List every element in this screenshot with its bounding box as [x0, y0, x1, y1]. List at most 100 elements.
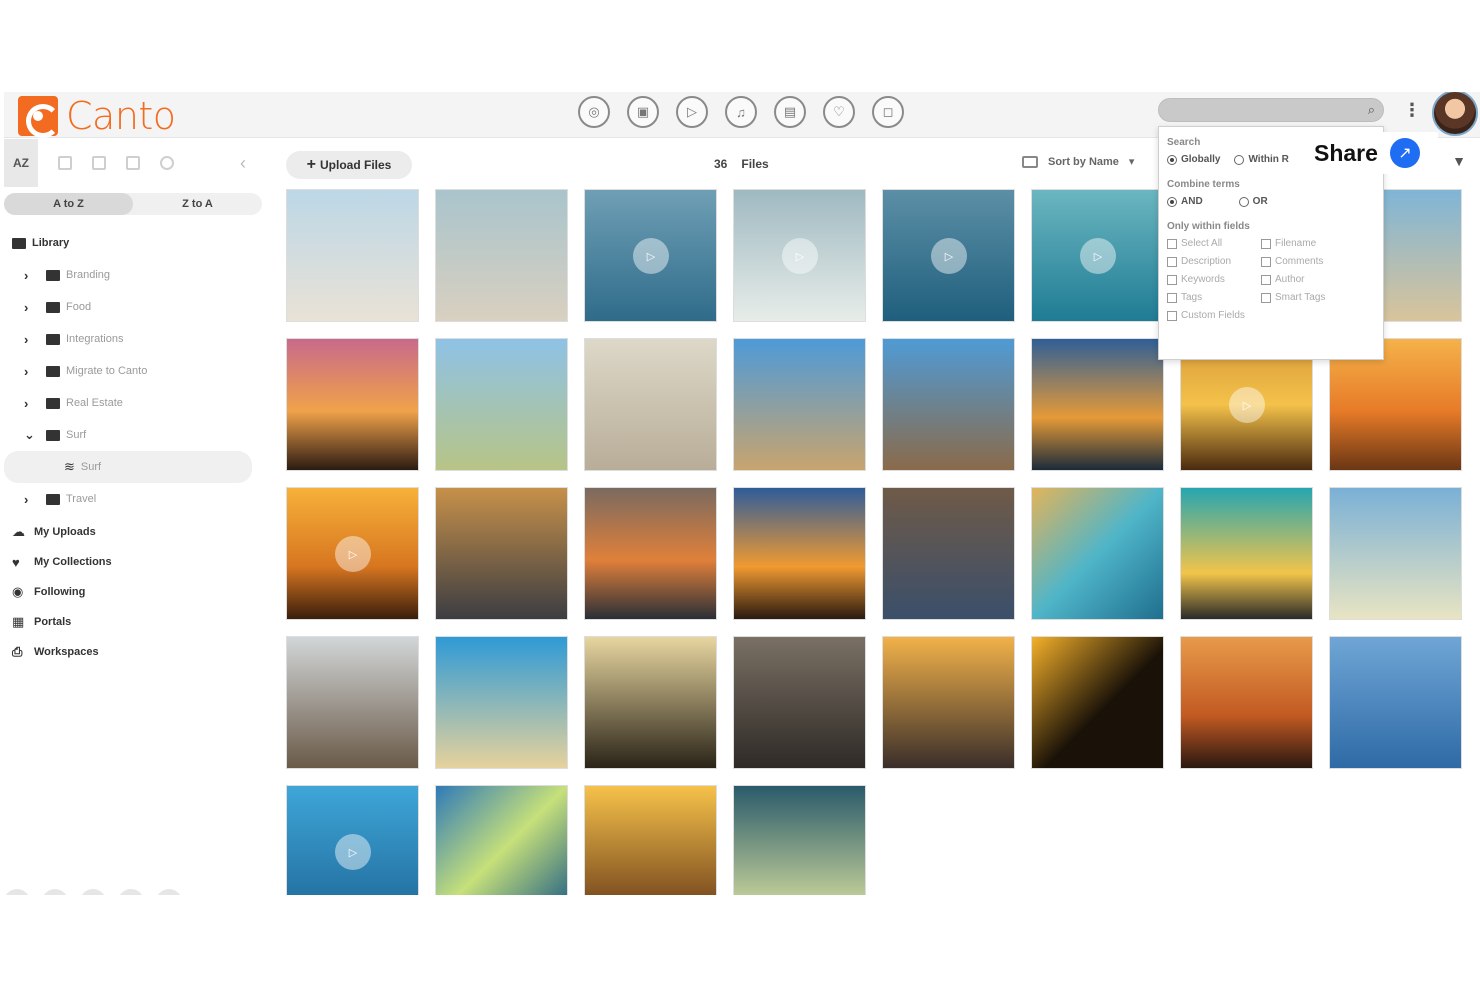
asset-thumbnail[interactable]	[1329, 487, 1462, 620]
sort-z-to-a[interactable]: Z to A	[133, 193, 262, 215]
nav-my-uploads[interactable]: ☁ My Uploads	[4, 517, 268, 547]
asset-thumbnail[interactable]	[584, 487, 717, 620]
asset-thumbnail[interactable]	[584, 636, 717, 769]
play-icon[interactable]: ▷	[335, 536, 371, 572]
search-icon[interactable]: ⌕	[1368, 102, 1375, 118]
play-icon[interactable]: ▷	[782, 238, 818, 274]
collapse-sidebar-icon[interactable]: ‹	[240, 153, 246, 174]
play-icon[interactable]: ▷	[1229, 387, 1265, 423]
asset-thumbnail[interactable]	[882, 636, 1015, 769]
search-input[interactable]: ⌕	[1158, 98, 1384, 122]
album-item[interactable]: ≋ Surf	[4, 451, 252, 483]
more-menu-icon[interactable]: ⋮	[1403, 100, 1421, 121]
folder-item[interactable]: ⌄ Surf	[4, 419, 268, 451]
asset-thumbnail[interactable]	[286, 636, 419, 769]
asset-thumbnail[interactable]	[882, 487, 1015, 620]
sort-az-button[interactable]: AZ	[4, 139, 38, 187]
sort-a-to-z[interactable]: A to Z	[4, 193, 133, 215]
asset-thumbnail[interactable]	[1031, 338, 1164, 471]
view-icon[interactable]	[58, 156, 72, 170]
nav-my-collections[interactable]: ♥ My Collections	[4, 547, 268, 577]
chevron-right-icon[interactable]: ›	[24, 268, 38, 283]
bottom-control[interactable]	[80, 889, 106, 895]
asset-thumbnail[interactable]: ▷	[286, 487, 419, 620]
field-checkbox[interactable]: Select All	[1167, 238, 1261, 249]
folder-item[interactable]: › Real Estate	[4, 387, 268, 419]
bottom-control[interactable]	[118, 889, 144, 895]
asset-thumbnail[interactable]	[733, 487, 866, 620]
field-checkbox[interactable]: Smart Tags	[1261, 292, 1371, 303]
album-icon[interactable]	[126, 156, 140, 170]
asset-thumbnail[interactable]	[435, 338, 568, 471]
folder-item[interactable]: › Branding	[4, 259, 268, 291]
asset-thumbnail[interactable]	[1031, 487, 1164, 620]
asset-thumbnail[interactable]	[286, 338, 419, 471]
bottom-control[interactable]	[42, 889, 68, 895]
nav-following[interactable]: ◉ Following	[4, 577, 268, 607]
field-checkbox[interactable]: Description	[1167, 256, 1261, 267]
bottom-control[interactable]	[4, 889, 30, 895]
search-within-radio[interactable]: Within R	[1234, 154, 1289, 165]
bottom-control[interactable]	[156, 889, 182, 895]
field-checkbox[interactable]: Tags	[1167, 292, 1261, 303]
asset-thumbnail[interactable]	[584, 785, 717, 895]
filter-icon[interactable]: ▼	[1452, 153, 1466, 169]
combine-and-radio[interactable]: AND	[1167, 196, 1203, 207]
asset-thumbnail[interactable]: ▷	[733, 189, 866, 322]
user-avatar[interactable]	[1432, 92, 1478, 136]
combine-or-radio[interactable]: OR	[1238, 196, 1268, 207]
chevron-right-icon[interactable]: ›	[24, 332, 38, 347]
asset-thumbnail[interactable]	[733, 338, 866, 471]
field-checkbox[interactable]: Filename	[1261, 238, 1371, 249]
refresh-icon[interactable]	[160, 156, 174, 170]
chevron-right-icon[interactable]: ›	[24, 492, 38, 507]
chevron-down-icon[interactable]: ⌄	[24, 427, 38, 443]
asset-thumbnail[interactable]: ▷	[286, 785, 419, 895]
presentation-icon[interactable]: ♡	[823, 96, 855, 128]
asset-thumbnail[interactable]	[286, 189, 419, 322]
asset-thumbnail[interactable]	[1329, 636, 1462, 769]
video-icon[interactable]: ▷	[676, 96, 708, 128]
folder-item[interactable]: › Food	[4, 291, 268, 323]
all-icon[interactable]: ◎	[578, 96, 610, 128]
asset-thumbnail[interactable]	[733, 636, 866, 769]
play-icon[interactable]: ▷	[931, 238, 967, 274]
chevron-right-icon[interactable]: ›	[24, 396, 38, 411]
document-icon[interactable]: ▤	[774, 96, 806, 128]
folder-item[interactable]: › Travel	[4, 483, 268, 515]
field-checkbox[interactable]: Author	[1261, 274, 1371, 285]
field-checkbox[interactable]: Comments	[1261, 256, 1371, 267]
asset-thumbnail[interactable]	[1180, 636, 1313, 769]
field-checkbox[interactable]: Keywords	[1167, 274, 1261, 285]
nav-portals[interactable]: ▦ Portals	[4, 607, 268, 637]
field-checkbox[interactable]: Custom Fields	[1167, 310, 1261, 321]
asset-thumbnail[interactable]: ▷	[1031, 189, 1164, 322]
share-button[interactable]: Share ↗	[1310, 132, 1438, 174]
chevron-right-icon[interactable]: ›	[24, 300, 38, 315]
asset-thumbnail[interactable]	[435, 785, 568, 895]
folder-item[interactable]: › Migrate to Canto	[4, 355, 268, 387]
list-icon[interactable]	[92, 156, 106, 170]
asset-thumbnail[interactable]: ▷	[584, 189, 717, 322]
asset-thumbnail[interactable]	[435, 636, 568, 769]
asset-thumbnail[interactable]	[435, 189, 568, 322]
image-icon[interactable]: ▣	[627, 96, 659, 128]
asset-thumbnail[interactable]	[1180, 487, 1313, 620]
canto-logo[interactable]: Canto	[18, 94, 176, 138]
asset-thumbnail[interactable]	[1031, 636, 1164, 769]
asset-thumbnail[interactable]	[584, 338, 717, 471]
folder-item[interactable]: › Integrations	[4, 323, 268, 355]
play-icon[interactable]: ▷	[335, 834, 371, 870]
asset-thumbnail[interactable]	[733, 785, 866, 895]
sort-by-dropdown[interactable]: Sort by Name ▾	[1022, 155, 1134, 168]
upload-files-button[interactable]: + Upload Files	[286, 151, 412, 179]
other-icon[interactable]: ◻	[872, 96, 904, 128]
nav-workspaces[interactable]: ⎙ Workspaces	[4, 637, 268, 667]
play-icon[interactable]: ▷	[1080, 238, 1116, 274]
asset-thumbnail[interactable]	[435, 487, 568, 620]
asset-thumbnail[interactable]	[882, 338, 1015, 471]
library-root[interactable]: Library	[4, 227, 268, 259]
audio-icon[interactable]: ♫	[725, 96, 757, 128]
asset-thumbnail[interactable]: ▷	[882, 189, 1015, 322]
play-icon[interactable]: ▷	[633, 238, 669, 274]
